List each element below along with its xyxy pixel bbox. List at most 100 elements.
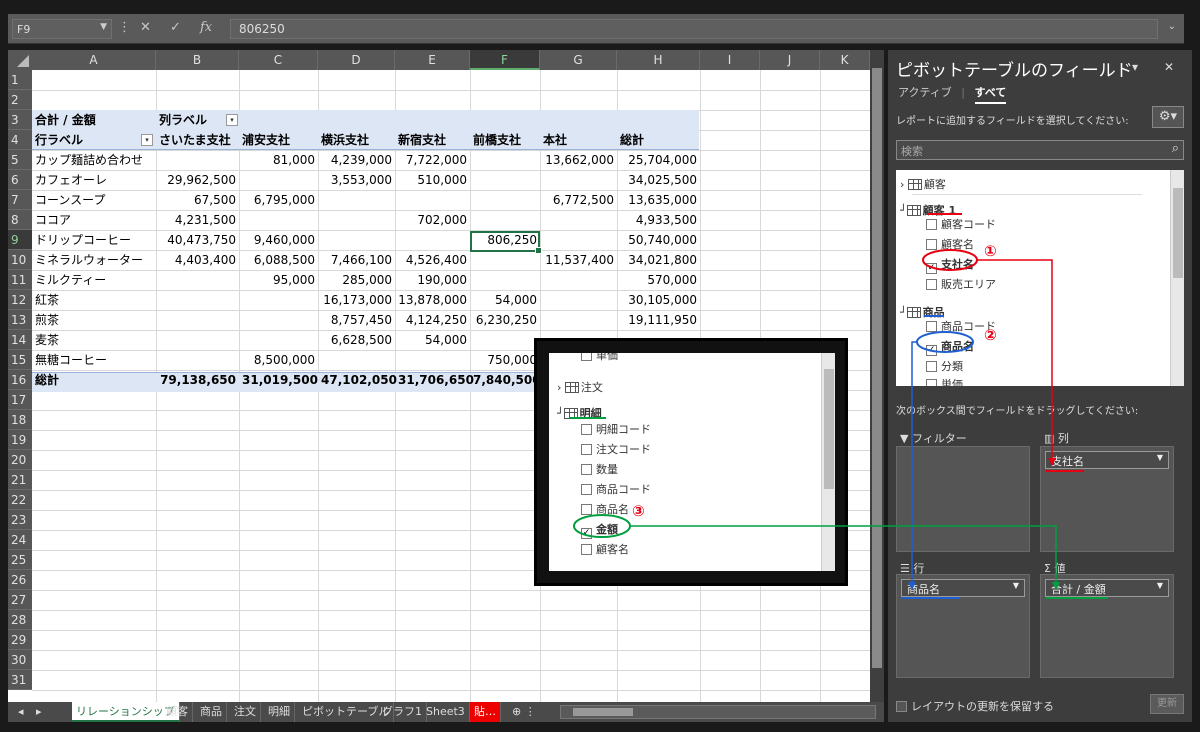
pivot-cell[interactable]: 34,025,500 [617, 170, 700, 190]
tab-active-fields[interactable]: アクティブ [898, 86, 952, 99]
pivot-cell[interactable]: 4,124,250 [395, 310, 470, 330]
checkbox[interactable] [926, 321, 937, 332]
pivot-cell[interactable]: 7,722,000 [395, 150, 470, 170]
pivot-cell[interactable]: 7,466,100 [318, 250, 395, 270]
pivot-cell[interactable]: 4,403,400 [156, 250, 239, 270]
field-unit-price[interactable]: 単価 [926, 376, 963, 386]
row-header-21[interactable]: 21 [8, 470, 32, 490]
rows-chip[interactable]: 商品名 ▼ [901, 579, 1025, 597]
pivot-cell[interactable]: 510,000 [395, 170, 470, 190]
table-customer[interactable]: › 顧客 [900, 176, 946, 192]
checkbox[interactable] [926, 219, 937, 230]
hscroll-thumb[interactable] [573, 708, 633, 716]
column-header-g[interactable]: G [540, 50, 617, 70]
tab-graph1[interactable]: グラフ1 [378, 702, 427, 722]
pivot-cell[interactable]: 11,537,400 [540, 250, 617, 270]
field-customer-code[interactable]: 顧客コード [926, 216, 996, 232]
pivot-total-cell[interactable]: 31,019,500 [239, 370, 318, 390]
row-header-15[interactable]: 15 [8, 350, 32, 370]
pivot-value-label[interactable]: 合計 / 金額 [32, 110, 156, 130]
row-header-22[interactable]: 22 [8, 490, 32, 510]
more-icon[interactable]: ⋮ [118, 20, 131, 35]
pivot-cell[interactable]: 4,231,500 [156, 210, 239, 230]
tab-all-fields[interactable]: すべて [974, 86, 1007, 104]
pivot-cell[interactable]: コーンスープ [32, 190, 156, 210]
pivot-cell[interactable]: 紅茶 [32, 290, 156, 310]
pivot-cell[interactable]: 6,628,500 [318, 330, 395, 350]
pivot-cell[interactable]: ココア [32, 210, 156, 230]
chevron-down-icon[interactable]: ▼ [1013, 581, 1019, 590]
tab-customer[interactable]: 顧客 [162, 702, 193, 722]
pivot-cell[interactable]: 4,933,500 [617, 210, 700, 230]
select-all-button[interactable] [8, 50, 32, 70]
row-header-20[interactable]: 20 [8, 450, 32, 470]
pivot-cell[interactable]: 8,500,000 [239, 350, 318, 370]
values-chip[interactable]: 合計 / 金額 ▼ [1045, 579, 1169, 597]
formula-input[interactable]: 806250 [230, 19, 1158, 39]
column-header-f[interactable]: F [470, 50, 540, 70]
pivot-cell[interactable]: 54,000 [470, 290, 540, 310]
pivot-cell[interactable]: カフェオーレ [32, 170, 156, 190]
pivot-column-header[interactable]: 総計 [617, 130, 700, 150]
row-header-9[interactable]: 9 [8, 230, 32, 250]
pivot-cell[interactable]: 30,105,000 [617, 290, 700, 310]
column-header-i[interactable]: I [700, 50, 760, 70]
checkbox-checked[interactable]: ✓ [926, 345, 937, 356]
pivot-cell[interactable]: 9,460,000 [239, 230, 318, 250]
tab-paste[interactable]: 貼… [470, 702, 501, 722]
row-header-31[interactable]: 31 [8, 670, 32, 690]
pivot-cell[interactable]: 81,000 [239, 150, 318, 170]
row-header-19[interactable]: 19 [8, 430, 32, 450]
pivot-cell[interactable]: 285,000 [318, 270, 395, 290]
pivot-cell[interactable]: 3,553,000 [318, 170, 395, 190]
filter-area[interactable] [896, 446, 1030, 552]
pivot-cell[interactable]: カップ麺詰め合わせ [32, 150, 156, 170]
tab-scroll-left-icon[interactable]: ◂ [14, 702, 28, 722]
pivot-cell[interactable]: 95,000 [239, 270, 318, 290]
enter-icon[interactable]: ✓ [170, 20, 181, 35]
field-category[interactable]: 分類 [926, 358, 963, 374]
pivot-cell[interactable]: 29,962,500 [156, 170, 239, 190]
row-header-23[interactable]: 23 [8, 510, 32, 530]
pivot-cell[interactable]: 麦茶 [32, 330, 156, 350]
row-header-28[interactable]: 28 [8, 610, 32, 630]
column-header-c[interactable]: C [239, 50, 318, 70]
pivot-cell[interactable]: 13,878,000 [395, 290, 470, 310]
chevron-down-icon[interactable]: ▼ [100, 22, 107, 32]
pivot-row-label[interactable]: 行ラベル [32, 130, 156, 150]
row-header-29[interactable]: 29 [8, 630, 32, 650]
pivot-column-header[interactable]: 新宿支社 [395, 130, 470, 150]
name-box[interactable]: F9 ▼ [12, 19, 112, 39]
column-header-e[interactable]: E [395, 50, 470, 70]
field-sales-area[interactable]: 販売エリア [926, 276, 996, 292]
column-header-k[interactable]: K [820, 50, 870, 70]
field-search-input[interactable]: 検索 ⌕ [896, 140, 1184, 160]
chevron-down-icon[interactable]: ▼ [1157, 581, 1163, 590]
pivot-total-cell[interactable]: 総計 [32, 370, 156, 390]
field-list[interactable]: › 顧客 ┘ 顧客 1 顧客コード 顧客名 ✓ 支社名 販売エリア ┘ 商品 商品コー… [896, 170, 1184, 386]
row-header-3[interactable]: 3 [8, 110, 32, 130]
row-header-11[interactable]: 11 [8, 270, 32, 290]
pivot-cell[interactable]: 6,795,000 [239, 190, 318, 210]
scroll-thumb[interactable] [1173, 188, 1183, 278]
column-header-d[interactable]: D [318, 50, 395, 70]
row-header-12[interactable]: 12 [8, 290, 32, 310]
row-header-8[interactable]: 8 [8, 210, 32, 230]
vertical-scrollbar[interactable] [870, 50, 884, 702]
chevron-down-icon[interactable]: ▼ [1157, 453, 1163, 462]
row-header-4[interactable]: 4 [8, 130, 32, 150]
pivot-cell[interactable]: 40,473,750 [156, 230, 239, 250]
pivot-cell[interactable]: 50,740,000 [617, 230, 700, 250]
row-header-10[interactable]: 10 [8, 250, 32, 270]
checkbox[interactable] [926, 279, 937, 290]
field-branch-name[interactable]: ✓ 支社名 [926, 256, 974, 274]
column-header-b[interactable]: B [156, 50, 239, 70]
row-header-25[interactable]: 25 [8, 550, 32, 570]
row-header-13[interactable]: 13 [8, 310, 32, 330]
pivot-column-header[interactable]: さいたま支社 [156, 130, 239, 150]
pivot-cell[interactable]: 13,635,000 [617, 190, 700, 210]
row-header-27[interactable]: 27 [8, 590, 32, 610]
update-button[interactable]: 更新 [1150, 694, 1184, 714]
row-header-2[interactable]: 2 [8, 90, 32, 110]
row-header-26[interactable]: 26 [8, 570, 32, 590]
